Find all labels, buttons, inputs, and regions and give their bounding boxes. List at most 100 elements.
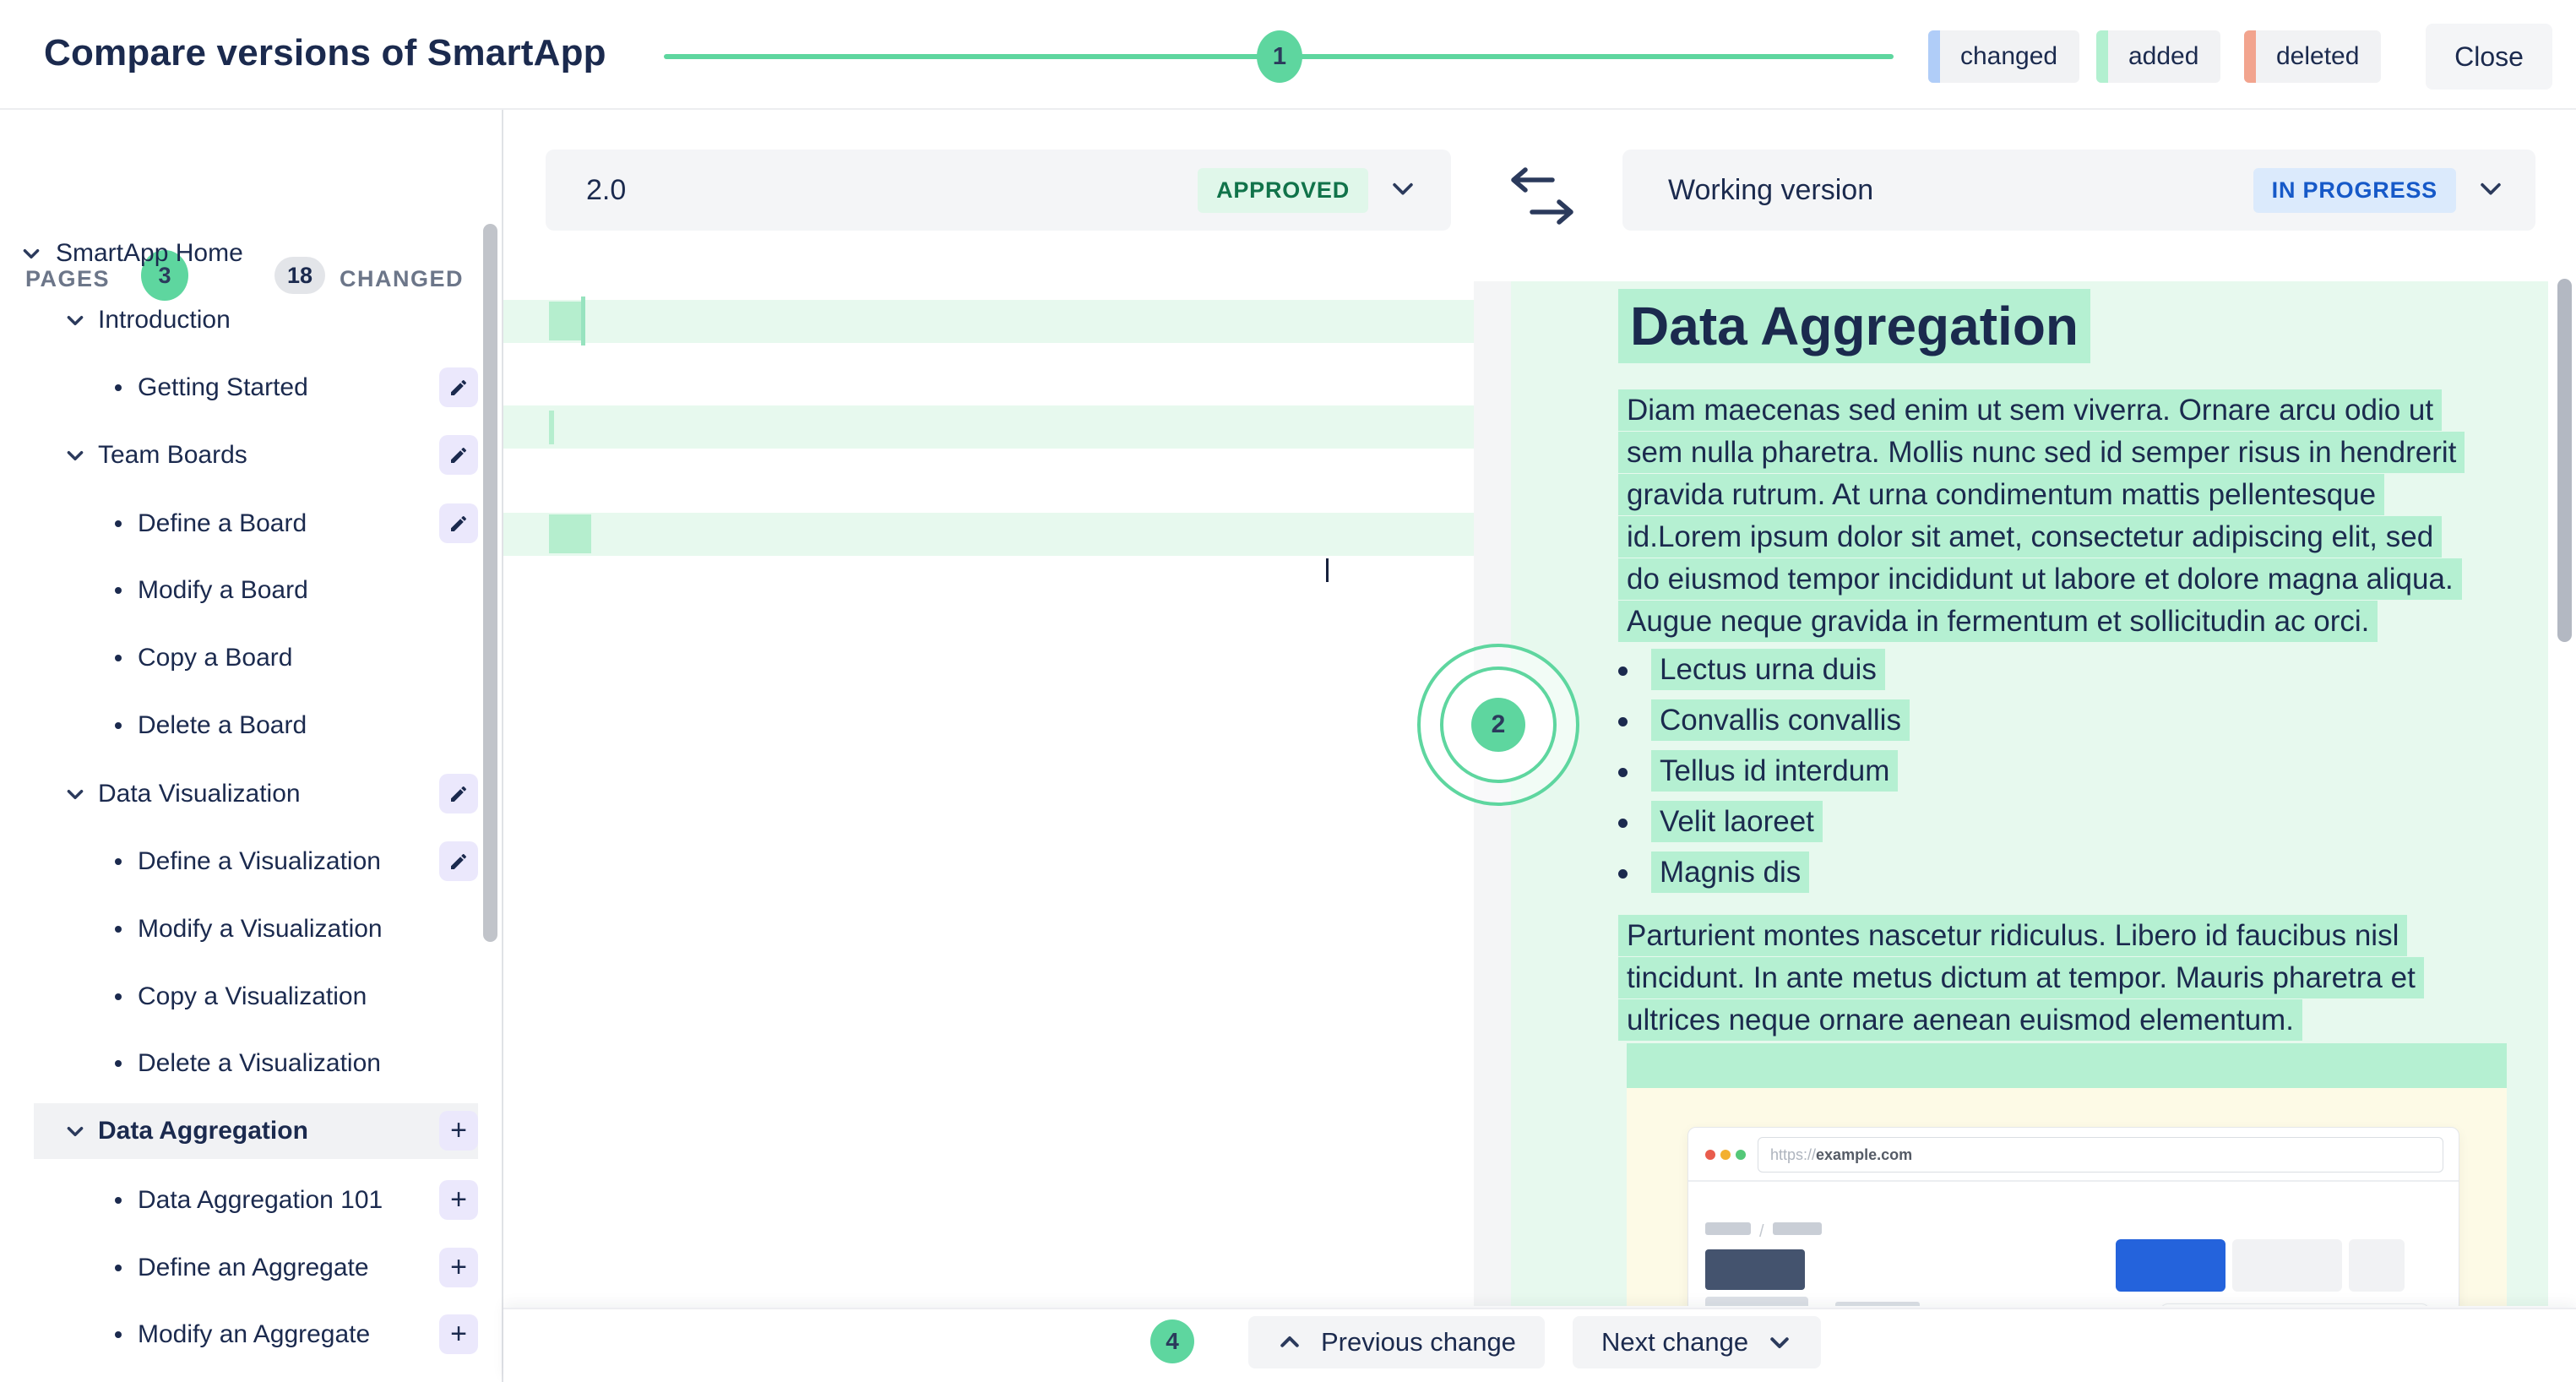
breadcrumb (1773, 1222, 1822, 1235)
browser-mockup: https://example.com / (1687, 1127, 2459, 1306)
previous-change-button[interactable]: Previous change (1248, 1316, 1545, 1368)
pages-sidebar: PAGES 3 18 CHANGED SmartApp Home Introdu… (0, 110, 503, 1382)
bullet-icon (1618, 768, 1628, 777)
added-plus-icon[interactable]: + (439, 1180, 478, 1220)
edited-pencil-icon[interactable] (439, 367, 478, 407)
mockup-search-box (1705, 1297, 1808, 1306)
added-plus-icon[interactable]: + (439, 1314, 478, 1354)
tree-item-team-boards[interactable]: Team Boards (0, 431, 478, 480)
tree-item-label: Define a Visualization (138, 847, 381, 876)
paragraph-line: tincidunt. In ante metus dictum at tempo… (1618, 961, 2424, 995)
chevron-down-icon[interactable] (20, 242, 42, 269)
bullet-icon (115, 722, 122, 729)
bullet-icon (1618, 667, 1628, 676)
tree-item-modify-an-aggregate[interactable]: Modify an Aggregate + (0, 1310, 478, 1359)
edited-pencil-icon[interactable] (439, 841, 478, 881)
bullet-icon (1618, 717, 1628, 726)
tree-item-smartapp-home[interactable]: SmartApp Home (0, 229, 478, 278)
paragraph-line: Parturient montes nascetur ridiculus. Li… (1618, 919, 2407, 953)
right-version-content: Data Aggregation Diam maecenas sed enim … (1511, 281, 2548, 1306)
tree-item-label: Modify a Board (138, 576, 308, 605)
paragraph-line: do eiusmod tempor incididunt ut labore e… (1618, 563, 2462, 596)
inprogress-status-badge: IN PROGRESS (2253, 168, 2456, 213)
window-dot-yellow-icon (1720, 1150, 1731, 1160)
tree-item-copy-a-visualization[interactable]: Copy a Visualization (0, 972, 478, 1021)
added-placeholder-tick (581, 297, 585, 346)
change-marker[interactable]: 2 (1417, 644, 1579, 806)
tree-item-define-a-visualization[interactable]: Define a Visualization (0, 837, 478, 886)
tree-item-label: Getting Started (138, 373, 308, 402)
tree-item-delete-a-visualization[interactable]: Delete a Visualization (0, 1039, 478, 1088)
chevron-down-icon[interactable] (64, 1120, 86, 1146)
tree-item-modify-a-visualization[interactable]: Modify a Visualization (0, 905, 478, 954)
left-version-name: 2.0 (586, 174, 1198, 207)
next-change-button[interactable]: Next change (1573, 1316, 1821, 1368)
paragraph-line: Diam maecenas sed enim ut sem viverra. O… (1618, 394, 2442, 427)
tree-item-define-a-board[interactable]: Define a Board (0, 499, 478, 548)
bullet-icon (1618, 869, 1628, 879)
bullet-icon (1618, 819, 1628, 828)
mockup-sub-card (2160, 1303, 2430, 1306)
bullet-icon (115, 993, 122, 1000)
tree-item-define-an-aggregate[interactable]: Define an Aggregate + (0, 1243, 478, 1292)
chevron-down-icon[interactable] (1389, 174, 1417, 207)
tree-item-copy-a-board[interactable]: Copy a Board (0, 634, 478, 683)
list-item: Tellus id interdum (1618, 754, 1898, 788)
added-placeholder-band (503, 405, 1474, 449)
chevron-down-icon[interactable] (2476, 174, 2505, 207)
bullet-icon (115, 1265, 122, 1271)
added-placeholder-band (503, 513, 1474, 556)
tree-item-label: Delete a Board (138, 711, 307, 740)
tree-item-label: Introduction (98, 306, 231, 335)
added-plus-icon[interactable]: + (439, 1111, 478, 1151)
tree-item-data-aggregation[interactable]: Data Aggregation + (0, 1107, 478, 1156)
tree-item-delete-a-board[interactable]: Delete a Board (0, 701, 478, 750)
tree-item-getting-started[interactable]: Getting Started (0, 363, 478, 412)
image-block: https://example.com / (1627, 1088, 2507, 1306)
breadcrumb-separator: / (1759, 1222, 1764, 1242)
tree-item-data-visualization[interactable]: Data Visualization (0, 770, 478, 819)
top-bar: Compare versions of SmartApp 1 changed a… (0, 0, 2576, 110)
previous-change-label: Previous change (1321, 1327, 1516, 1358)
tree-item-introduction[interactable]: Introduction (0, 296, 478, 345)
chevron-down-icon[interactable] (64, 309, 86, 335)
left-version-header[interactable]: 2.0 APPROVED (546, 150, 1451, 231)
window-dot-red-icon (1705, 1150, 1715, 1160)
list-item: Magnis dis (1618, 856, 1809, 890)
bullet-icon (115, 384, 122, 391)
edited-pencil-icon[interactable] (439, 503, 478, 543)
mockup-primary-block (1705, 1249, 1805, 1290)
mockup-gray-button (2232, 1239, 2342, 1292)
change-marker-badge: 2 (1471, 698, 1525, 752)
added-placeholder-tick (549, 411, 554, 444)
paragraph-line: sem nulla pharetra. Mollis nunc sed id s… (1618, 436, 2465, 470)
tree-item-label: Data Aggregation (98, 1117, 308, 1145)
chevron-down-icon[interactable] (64, 783, 86, 809)
page-title: Compare versions of SmartApp (44, 32, 606, 74)
next-change-label: Next change (1601, 1327, 1748, 1358)
list-item: Convallis convallis (1618, 704, 1910, 737)
doc-heading: Data Aggregation (1618, 295, 2090, 357)
chevron-down-icon[interactable] (64, 444, 86, 471)
changed-swatch (1928, 30, 1940, 83)
bullet-icon (115, 1331, 122, 1338)
added-plus-icon[interactable]: + (439, 1248, 478, 1287)
window-scrollbar[interactable] (2557, 279, 2572, 642)
right-version-name: Working version (1668, 174, 2253, 207)
added-empty-line-highlight (1627, 1043, 2507, 1088)
bullet-icon (115, 1197, 122, 1204)
legend-changed-label: changed (1940, 42, 2079, 71)
swap-versions-icon[interactable] (1503, 166, 1581, 232)
paragraph-line: gravida rutrum. At urna condimentum matt… (1618, 478, 2384, 512)
edited-pencil-icon[interactable] (439, 774, 478, 813)
edited-pencil-icon[interactable] (439, 435, 478, 475)
right-version-header[interactable]: Working version IN PROGRESS (1622, 150, 2535, 231)
tree-item-modify-a-board[interactable]: Modify a Board (0, 566, 478, 615)
tree-item-label: Team Boards (98, 441, 247, 470)
deleted-swatch (2244, 30, 2256, 83)
sidebar-scrollbar[interactable] (483, 224, 497, 942)
mockup-gray-button (2349, 1239, 2405, 1292)
tree-item-data-aggregation-101[interactable]: Data Aggregation 101 + (0, 1176, 478, 1225)
mockup-dropdown-bar (1835, 1302, 1920, 1306)
close-button[interactable]: Close (2426, 24, 2552, 90)
